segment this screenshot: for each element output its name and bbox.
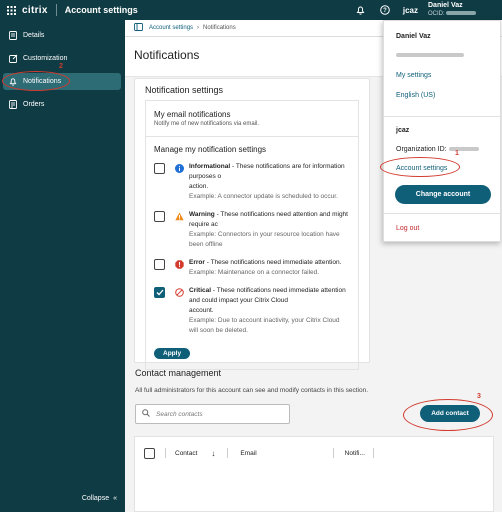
divider	[332, 448, 334, 458]
select-all-checkbox[interactable]	[144, 448, 155, 459]
informational-label: Informational	[189, 163, 231, 170]
critical-example: Example: Due to account inactivity, your…	[189, 317, 340, 334]
table-header: Contact ↓ Email Notifi...	[135, 445, 495, 461]
column-notifications[interactable]: Notifi...	[345, 450, 365, 457]
sidebar-item-orders[interactable]: Orders	[3, 96, 121, 113]
details-icon	[7, 31, 19, 40]
error-example: Example: Maintenance on a connector fail…	[189, 269, 320, 276]
column-contact[interactable]: Contact	[175, 450, 197, 457]
search-icon	[142, 409, 150, 419]
customer-name[interactable]: jcaz	[403, 6, 418, 15]
organization-id: Organization ID:	[396, 146, 479, 153]
sort-arrow-down-icon[interactable]: ↓	[211, 449, 215, 458]
help-icon[interactable]: ?	[373, 5, 397, 15]
change-account-button[interactable]: Change account	[395, 185, 491, 204]
sidebar-item-label: Details	[23, 32, 45, 39]
critical-desc-2: account.	[189, 307, 214, 314]
error-checkbox[interactable]	[154, 259, 165, 270]
collapse-button[interactable]: Collapse «	[82, 495, 117, 502]
breadcrumb-account-settings[interactable]: Account settings	[149, 25, 193, 31]
dropdown-email-redacted	[396, 53, 464, 57]
dropdown-user-name: Daniel Vaz	[396, 33, 431, 40]
info-icon	[175, 164, 184, 173]
annotation-circle-notifications	[2, 71, 70, 91]
warning-icon	[175, 212, 184, 221]
app-grid-icon[interactable]	[2, 5, 20, 15]
email-notifications-section: My email notifications Notify me of new …	[145, 100, 359, 137]
annotation-number-1: 1	[455, 150, 459, 157]
error-label: Error	[189, 259, 205, 266]
chevron-right-icon: ›	[197, 25, 200, 31]
search-placeholder: Search contacts	[156, 410, 203, 418]
svg-text:?: ?	[383, 8, 387, 14]
email-notifications-title: My email notifications	[154, 110, 231, 119]
annotation-circle-account-settings	[380, 157, 460, 177]
dropdown-divider	[384, 213, 500, 214]
manage-settings-title: Manage my notification settings	[154, 145, 267, 154]
double-chevron-left-icon: «	[113, 495, 117, 502]
sidebar-item-details[interactable]: Details	[3, 27, 121, 44]
warning-example: Example: Connectors in your resource loc…	[189, 231, 340, 248]
my-settings-link[interactable]: My settings	[396, 72, 431, 79]
notif-row-informational: Informational - These notifications are …	[154, 162, 350, 202]
notification-settings-card: Notification settings My email notificat…	[134, 78, 370, 370]
language-link[interactable]: English (US)	[396, 92, 435, 99]
critical-checkbox[interactable]	[154, 287, 165, 298]
error-icon	[175, 260, 184, 269]
notif-row-warning: Warning - These notifications need atten…	[154, 210, 350, 250]
email-notifications-desc: Notify me of new notifications via email…	[154, 121, 260, 127]
search-contacts-input[interactable]: Search contacts	[135, 404, 290, 424]
divider	[227, 448, 229, 458]
warning-checkbox[interactable]	[154, 211, 165, 222]
contact-management-title: Contact management	[135, 368, 222, 378]
manage-settings-section: Manage my notification settings Informat…	[145, 137, 359, 370]
topbar-divider	[55, 4, 57, 16]
informational-example: Example: A connector update is scheduled…	[189, 193, 338, 200]
notification-settings-title: Notification settings	[145, 84, 224, 95]
user-name: Daniel Vaz	[428, 2, 463, 9]
annotation-number-2: 2	[59, 63, 63, 70]
contact-management-desc: All full administrators for this account…	[135, 387, 369, 394]
app-title: Account settings	[64, 5, 138, 15]
sidebar-item-label: Customization	[23, 55, 68, 62]
contacts-table: Contact ↓ Email Notifi...	[134, 436, 494, 512]
informational-desc-2: action.	[189, 183, 209, 190]
notif-row-error: Error - These notifications need immedia…	[154, 258, 350, 278]
user-menu[interactable]: Daniel Vaz OCID:	[428, 2, 496, 18]
orders-icon	[7, 100, 19, 109]
panel-icon[interactable]	[134, 23, 143, 33]
top-bar: citrix Account settings ? jcaz Daniel Va…	[0, 0, 502, 20]
edit-icon	[7, 54, 19, 63]
divider	[165, 448, 166, 458]
warning-label: Warning	[189, 211, 215, 218]
profile-dropdown: Daniel Vaz My settings English (US) jcaz…	[383, 20, 501, 242]
apply-button[interactable]: Apply	[154, 348, 191, 359]
topbar-actions: ? jcaz Daniel Vaz OCID:	[349, 0, 502, 20]
breadcrumb-current: Notifications	[203, 25, 236, 31]
annotation-number-3: 3	[477, 393, 481, 400]
column-email[interactable]: Email	[240, 450, 256, 457]
critical-icon	[175, 288, 184, 297]
org-id: OCID:	[428, 10, 496, 18]
sidebar-item-label: Orders	[23, 101, 45, 108]
critical-desc: - These notifications need immediate att…	[189, 287, 346, 304]
dropdown-divider	[384, 116, 500, 117]
sidebar: Details Customization Notifications Orde…	[0, 20, 125, 512]
critical-label: Critical	[189, 287, 212, 294]
annotation-circle-add-contact	[403, 399, 493, 431]
informational-checkbox[interactable]	[154, 163, 165, 174]
dropdown-customer: jcaz	[396, 127, 410, 134]
bell-icon[interactable]	[349, 5, 373, 15]
notif-row-critical: Critical - These notifications need imme…	[154, 286, 350, 336]
collapse-label: Collapse	[81, 495, 110, 502]
error-desc: - These notifications need immediate att…	[204, 259, 342, 266]
citrix-logo[interactable]: citrix	[22, 5, 48, 16]
logout-link[interactable]: Log out	[396, 225, 419, 232]
divider	[372, 448, 374, 458]
